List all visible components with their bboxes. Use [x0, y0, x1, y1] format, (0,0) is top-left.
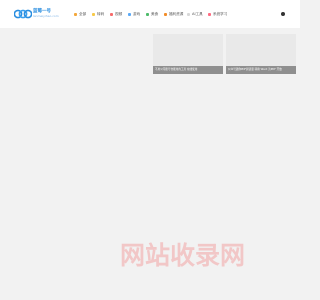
user-avatar[interactable] [281, 12, 285, 16]
nav-item-ai-tools[interactable]: AI工具 [187, 10, 203, 18]
nav-item-label: 系统学习 [213, 11, 228, 16]
nav-item-label: 全部 [79, 11, 87, 16]
nav-item-benefits[interactable]: 福利资源 [164, 10, 183, 18]
card-caption: 公众号迷你PDF阅读量 转换 Word 为PDF 开放 [226, 66, 296, 74]
nav-item-video[interactable]: 视频 [110, 10, 122, 18]
home-icon [74, 12, 77, 16]
article-card[interactable]: 不用公司账号也能用的工具 在线使用 [153, 34, 223, 74]
nav-item-label: 转码 [97, 11, 105, 16]
ai-icon [187, 12, 190, 16]
nav-item-label: 福利资源 [169, 11, 184, 16]
food-icon [146, 12, 149, 16]
article-card[interactable]: 公众号迷你PDF阅读量 转换 Word 为PDF 开放 [226, 34, 296, 74]
top-bar: 蓝莓一号 lanmeiyihao.com 全部 转码 视频 游戏 美食 福利资源… [0, 0, 300, 28]
card-caption: 不用公司账号也能用的工具 在线使用 [153, 66, 223, 74]
video-icon [110, 12, 113, 16]
book-icon [208, 12, 211, 16]
nav-item-learning[interactable]: 系统学习 [208, 10, 227, 18]
nav-item-transcode[interactable]: 转码 [92, 10, 104, 18]
nav-item-food[interactable]: 美食 [146, 10, 158, 18]
gift-icon [164, 12, 167, 16]
nav-item-label: 游戏 [133, 11, 141, 16]
code-icon [92, 12, 95, 16]
site-logo[interactable]: 蓝莓一号 lanmeiyihao.com [14, 8, 62, 20]
nav-item-game[interactable]: 游戏 [128, 10, 140, 18]
nav-item-all[interactable]: 全部 [74, 10, 86, 18]
logo-icon [14, 9, 32, 19]
nav-item-label: 视频 [115, 11, 123, 16]
nav-item-label: 美食 [151, 11, 159, 16]
logo-subtitle: lanmeiyihao.com [33, 14, 59, 18]
watermark-text: 网站收录网 [120, 241, 246, 270]
nav-item-label: AI工具 [192, 11, 203, 16]
game-icon [128, 12, 131, 16]
